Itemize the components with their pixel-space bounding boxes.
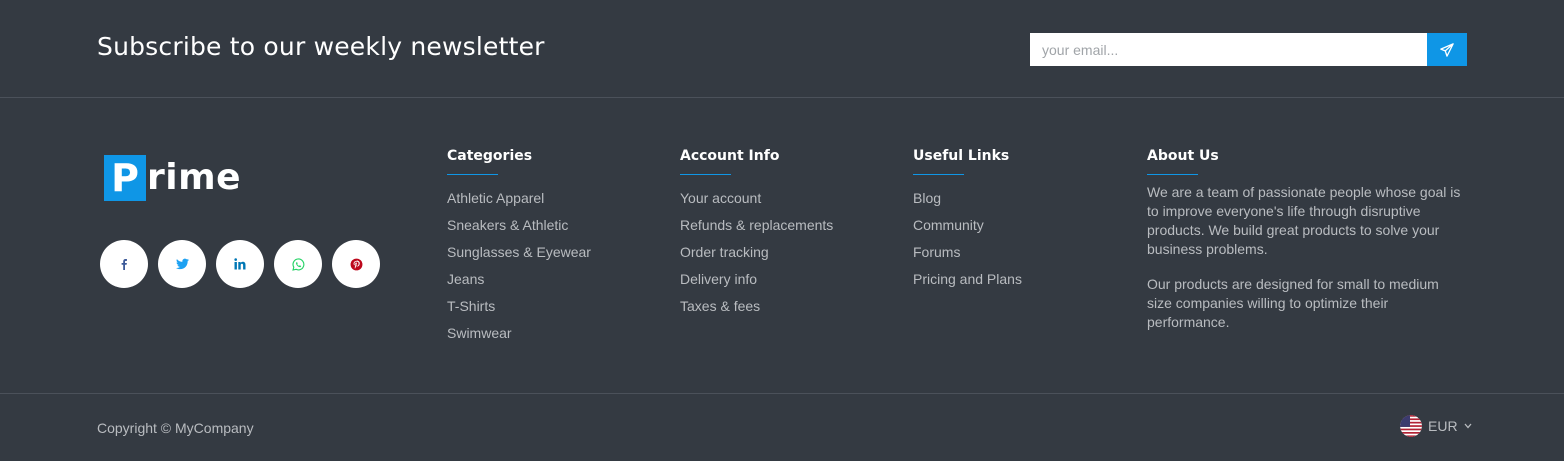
linkedin-icon: [234, 258, 246, 270]
categories-heading: Categories: [447, 148, 533, 164]
newsletter-title: Subscribe to our weekly newsletter: [97, 32, 545, 61]
account-info-heading: Account Info: [680, 148, 780, 164]
list-item: Swimwear: [447, 325, 667, 352]
useful-links-heading: Useful Links: [913, 148, 1010, 164]
twitter-icon: [175, 258, 189, 270]
footer-link[interactable]: Your account: [680, 190, 761, 206]
linkedin-button[interactable]: [216, 240, 264, 288]
heading-underline: [680, 174, 731, 175]
footer-link[interactable]: Athletic Apparel: [447, 190, 544, 206]
footer-link[interactable]: Sunglasses & Eyewear: [447, 244, 591, 260]
newsletter-form: [1030, 33, 1467, 66]
list-item: Delivery info: [680, 271, 900, 298]
account-info-list: Your account Refunds & replacements Orde…: [680, 190, 900, 325]
currency-selector[interactable]: EUR: [1400, 415, 1472, 437]
footer-link[interactable]: Forums: [913, 244, 960, 260]
list-item: Athletic Apparel: [447, 190, 667, 217]
newsletter-section: Subscribe to our weekly newsletter: [0, 0, 1564, 98]
heading-underline: [1147, 174, 1198, 175]
list-item: Taxes & fees: [680, 298, 900, 325]
list-item: Refunds & replacements: [680, 217, 900, 244]
about-paragraph: We are a team of passionate people whose…: [1147, 184, 1461, 257]
footer-link[interactable]: Taxes & fees: [680, 298, 760, 314]
list-item: Order tracking: [680, 244, 900, 271]
list-item: Your account: [680, 190, 900, 217]
email-input[interactable]: [1030, 33, 1427, 66]
footer-link[interactable]: Order tracking: [680, 244, 769, 260]
about-us-column: About Us We are a team of passionate peo…: [1147, 146, 1467, 332]
categories-column: Categories Athletic Apparel Sneakers & A…: [447, 146, 667, 352]
currency-label: EUR: [1428, 418, 1458, 434]
categories-list: Athletic Apparel Sneakers & Athletic Sun…: [447, 190, 667, 352]
list-item: Sneakers & Athletic: [447, 217, 667, 244]
us-flag-icon: [1400, 415, 1422, 437]
footer-link[interactable]: Sneakers & Athletic: [447, 217, 568, 233]
list-item: Blog: [913, 190, 1133, 217]
footer-link[interactable]: Delivery info: [680, 271, 757, 287]
logo-text: rime: [147, 157, 242, 198]
account-info-column: Account Info Your account Refunds & repl…: [680, 146, 900, 325]
pinterest-button[interactable]: [332, 240, 380, 288]
list-item: Forums: [913, 244, 1133, 271]
useful-links-list: Blog Community Forums Pricing and Plans: [913, 190, 1133, 298]
useful-links-column: Useful Links Blog Community Forums Prici…: [913, 146, 1133, 298]
footer-link[interactable]: Swimwear: [447, 325, 512, 341]
about-paragraph: Our products are designed for small to m…: [1147, 276, 1439, 330]
footer-link[interactable]: Community: [913, 217, 984, 233]
list-item: T-Shirts: [447, 298, 667, 325]
about-us-heading: About Us: [1147, 148, 1219, 164]
footer-link[interactable]: Refunds & replacements: [680, 217, 833, 233]
chevron-down-icon: [1464, 423, 1472, 429]
pinterest-icon: [350, 258, 362, 270]
copyright-text: Copyright © MyCompany: [97, 420, 254, 436]
whatsapp-icon: [291, 257, 304, 271]
heading-underline: [447, 174, 498, 175]
paper-plane-icon: [1440, 42, 1454, 57]
list-item: Pricing and Plans: [913, 271, 1133, 298]
footer-link[interactable]: Pricing and Plans: [913, 271, 1022, 287]
brand-logo[interactable]: P rime: [104, 155, 241, 201]
footer-link[interactable]: T-Shirts: [447, 298, 495, 314]
list-item: Sunglasses & Eyewear: [447, 244, 667, 271]
whatsapp-button[interactable]: [274, 240, 322, 288]
footer-link[interactable]: Jeans: [447, 271, 484, 287]
facebook-button[interactable]: [100, 240, 148, 288]
social-links: [100, 240, 380, 288]
facebook-icon: [121, 259, 127, 270]
logo-letter: P: [104, 155, 146, 201]
list-item: Jeans: [447, 271, 667, 298]
list-item: Community: [913, 217, 1133, 244]
twitter-button[interactable]: [158, 240, 206, 288]
footer-bottom-bar: Copyright © MyCompany EUR: [0, 393, 1564, 461]
footer-link[interactable]: Blog: [913, 190, 941, 206]
subscribe-button[interactable]: [1427, 33, 1467, 66]
heading-underline: [913, 174, 964, 175]
